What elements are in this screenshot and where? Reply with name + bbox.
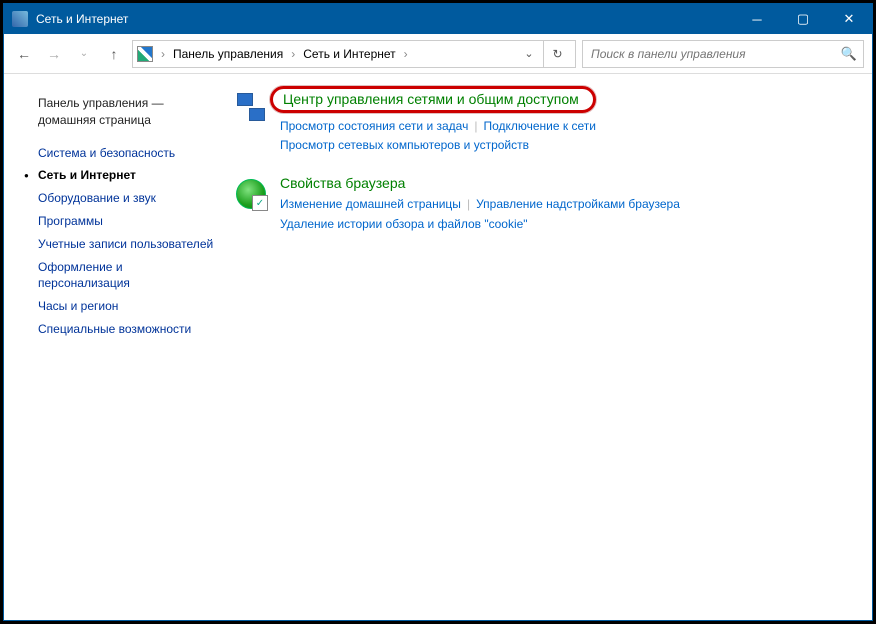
back-button[interactable]: ← bbox=[12, 42, 36, 66]
category-heading[interactable]: Свойства браузера bbox=[280, 175, 405, 191]
category-lines: Центр управления сетями и общим доступом… bbox=[280, 88, 862, 155]
body: Панель управления — домашняя страница Си… bbox=[4, 74, 872, 620]
window: Сеть и Интернет ─ ▢ ✕ ← → ⌄ ↑ › Панель у… bbox=[3, 3, 873, 621]
app-icon bbox=[12, 11, 28, 27]
recent-dropdown-icon[interactable]: ⌄ bbox=[72, 42, 96, 66]
category-block: Центр управления сетями и общим доступом… bbox=[234, 88, 862, 155]
globe-icon bbox=[234, 177, 268, 211]
titlebar: Сеть и Интернет ─ ▢ ✕ bbox=[4, 4, 872, 34]
task-row: Изменение домашней страницы | Управление н… bbox=[280, 195, 862, 214]
task-link[interactable]: Просмотр состояния сети и задач bbox=[280, 119, 468, 133]
task-link[interactable]: Изменение домашней страницы bbox=[280, 197, 461, 211]
sidebar-item[interactable]: Специальные возможности bbox=[26, 318, 214, 341]
task-row: Удаление истории обзора и файлов "cookie… bbox=[280, 215, 862, 234]
refresh-button[interactable]: ↻ bbox=[543, 40, 571, 68]
breadcrumb-root[interactable]: Панель управления bbox=[169, 45, 287, 63]
breadcrumb-section[interactable]: Сеть и Интернет bbox=[299, 45, 399, 63]
sidebar-item[interactable]: Учетные записи пользователей bbox=[26, 233, 214, 256]
network-icon bbox=[234, 90, 268, 124]
divider: | bbox=[474, 119, 477, 133]
task-link[interactable]: Управление надстройками браузера bbox=[476, 197, 680, 211]
address-bar[interactable]: › Панель управления › Сеть и Интернет › … bbox=[132, 40, 576, 68]
close-button[interactable]: ✕ bbox=[826, 4, 872, 34]
category-heading[interactable]: Центр управления сетями и общим доступом bbox=[270, 86, 596, 113]
window-title: Сеть и Интернет bbox=[36, 12, 734, 26]
task-row: Просмотр состояния сети и задач | Подключе… bbox=[280, 117, 862, 136]
chevron-right-icon[interactable]: › bbox=[404, 47, 408, 61]
maximize-button[interactable]: ▢ bbox=[780, 4, 826, 34]
task-link[interactable]: Удаление истории обзора и файлов "cookie… bbox=[280, 217, 528, 231]
category-lines: Свойства браузера Изменение домашней стра… bbox=[280, 175, 862, 233]
chevron-right-icon[interactable]: › bbox=[161, 47, 165, 61]
content: Центр управления сетями и общим доступом… bbox=[224, 74, 872, 620]
sidebar-home[interactable]: Панель управления — домашняя страница bbox=[26, 92, 214, 132]
category-block: Свойства браузера Изменение домашней стра… bbox=[234, 175, 862, 233]
address-dropdown-icon[interactable]: ⌄ bbox=[517, 42, 541, 66]
search-icon[interactable]: 🔍 bbox=[841, 46, 857, 62]
search-box[interactable]: 🔍 bbox=[582, 40, 864, 68]
toolbar: ← → ⌄ ↑ › Панель управления › Сеть и Инт… bbox=[4, 34, 872, 74]
control-panel-icon bbox=[137, 46, 153, 62]
sidebar-item[interactable]: Оборудование и звук bbox=[26, 187, 214, 210]
sidebar-item[interactable]: Система и безопасность bbox=[26, 142, 214, 165]
sidebar-item[interactable]: Часы и регион bbox=[26, 295, 214, 318]
minimize-button[interactable]: ─ bbox=[734, 4, 780, 34]
sidebar-item[interactable]: Оформление и персонализация bbox=[26, 256, 214, 296]
task-link[interactable]: Подключение к сети bbox=[483, 119, 595, 133]
chevron-right-icon[interactable]: › bbox=[291, 47, 295, 61]
divider: | bbox=[467, 197, 470, 211]
task-link[interactable]: Просмотр сетевых компьютеров и устройств bbox=[280, 138, 529, 152]
sidebar-item[interactable]: Программы bbox=[26, 210, 214, 233]
search-input[interactable] bbox=[589, 46, 841, 62]
forward-button[interactable]: → bbox=[42, 42, 66, 66]
sidebar: Панель управления — домашняя страница Си… bbox=[4, 74, 224, 620]
sidebar-item[interactable]: Сеть и Интернет bbox=[26, 164, 214, 187]
task-row: Просмотр сетевых компьютеров и устройств bbox=[280, 136, 862, 155]
up-button[interactable]: ↑ bbox=[102, 42, 126, 66]
